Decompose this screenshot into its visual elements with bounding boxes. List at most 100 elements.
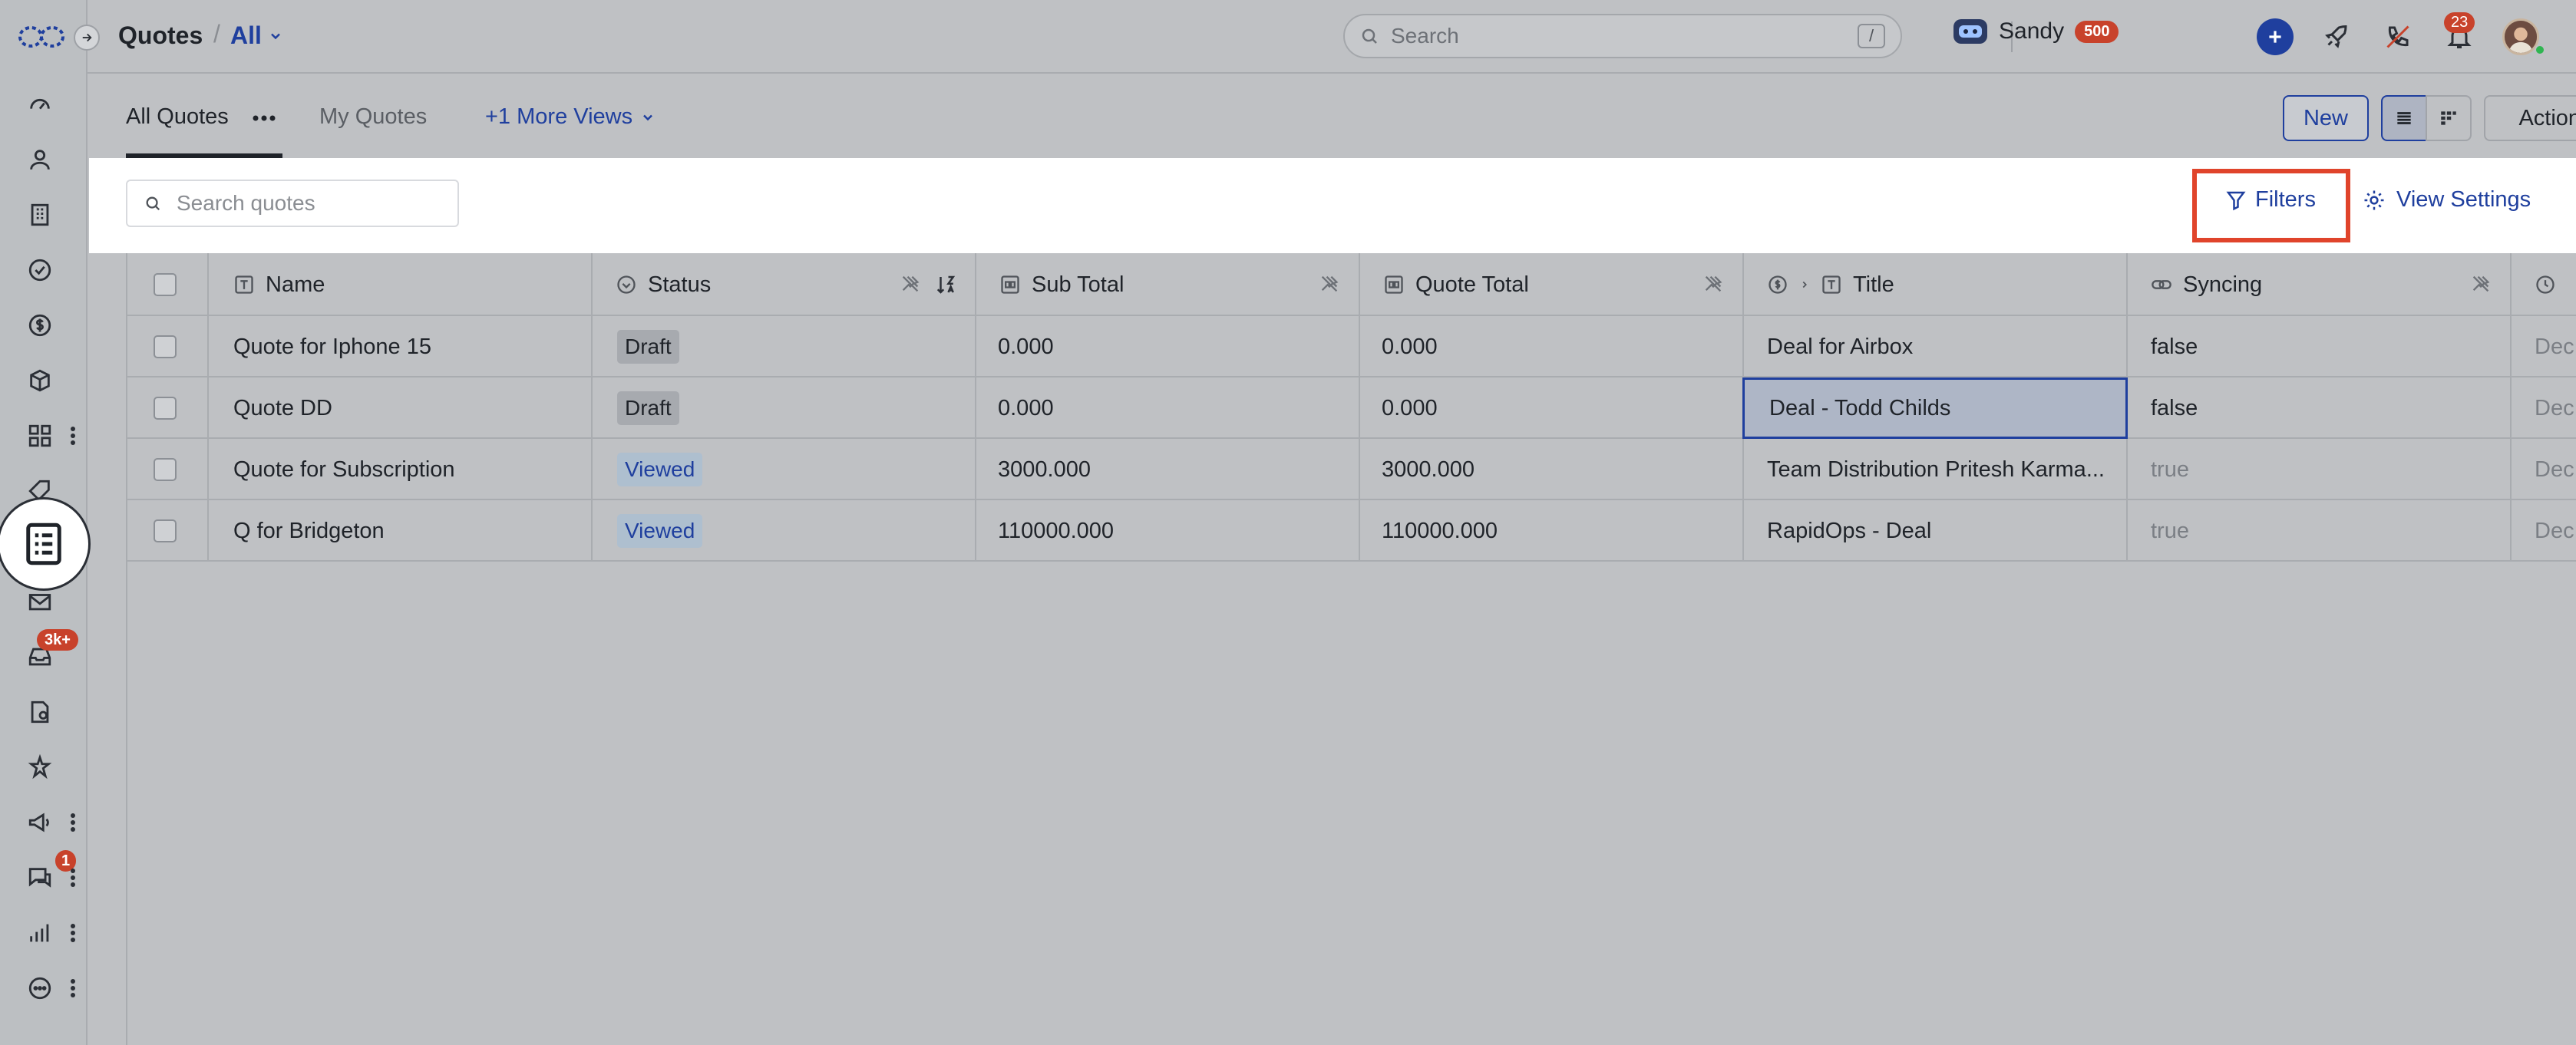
user-chip[interactable]: Sandy 500 xyxy=(1953,18,2119,45)
list-view-button[interactable] xyxy=(2381,95,2427,141)
more-views-dropdown[interactable]: +1 More Views xyxy=(485,104,656,130)
sub-total-cell[interactable]: 110000.000 xyxy=(998,500,1114,562)
row-checkbox[interactable] xyxy=(154,500,177,562)
companies-icon[interactable] xyxy=(23,198,57,232)
title-cell[interactable]: Deal for Airbox xyxy=(1767,316,2120,377)
sub-total-cell[interactable]: 0.000 xyxy=(998,377,1054,439)
automation-icon[interactable] xyxy=(23,750,57,784)
phone-off-icon[interactable] xyxy=(2379,18,2416,55)
sort-az-icon[interactable] xyxy=(935,273,958,300)
text-field-icon xyxy=(235,275,253,294)
column-header-status[interactable]: Status xyxy=(616,253,711,316)
view-settings-button[interactable]: View Settings xyxy=(2363,187,2531,213)
quote-total-cell[interactable]: 0.000 xyxy=(1382,316,1438,377)
syncing-cell[interactable]: true xyxy=(2151,439,2189,500)
search-icon xyxy=(146,196,160,211)
title-cell[interactable]: Team Distribution Pritesh Karma... xyxy=(1767,439,2120,500)
actions-dropdown[interactable]: Actions xyxy=(2484,95,2576,141)
gear-icon xyxy=(2364,190,2384,209)
date-cell[interactable]: Dec xyxy=(2535,439,2574,500)
rocket-icon[interactable] xyxy=(2318,18,2355,55)
reports-more-icon[interactable] xyxy=(68,918,78,948)
row-checkbox[interactable] xyxy=(154,439,177,500)
new-quote-button[interactable]: New xyxy=(2283,95,2369,141)
syncing-cell[interactable]: false xyxy=(2151,316,2198,377)
quotes-search-input[interactable]: Search quotes xyxy=(126,180,459,227)
column-header-quote-total[interactable]: Quote Total xyxy=(1383,253,1529,316)
deals-icon[interactable] xyxy=(23,308,57,342)
quote-name-cell[interactable]: Q for Bridgeton xyxy=(233,500,385,562)
date-cell[interactable]: Dec xyxy=(2535,500,2574,562)
title-cell[interactable]: RapidOps - Deal xyxy=(1767,500,2120,562)
documents-icon[interactable] xyxy=(23,695,57,729)
app-logo-icon[interactable] xyxy=(17,21,66,52)
more-apps-icon[interactable] xyxy=(23,971,57,1005)
status-cell[interactable]: Draft xyxy=(617,316,679,377)
table-row[interactable]: Quote for Subscription Viewed 3000.000 3… xyxy=(127,439,2576,500)
sub-total-cell[interactable]: 0.000 xyxy=(998,316,1054,377)
date-cell[interactable]: Dec xyxy=(2535,316,2574,377)
unpin-icon[interactable] xyxy=(1702,273,1724,298)
status-cell[interactable]: Viewed xyxy=(617,500,703,562)
bot-avatar-icon xyxy=(1953,19,1987,44)
chevron-down-icon xyxy=(643,114,652,120)
quotes-table: Name Status Sub Total Quote Total Title … xyxy=(126,253,2576,1045)
tasks-icon[interactable] xyxy=(23,253,57,287)
quote-name-cell[interactable]: Quote for Subscription xyxy=(233,439,455,500)
title-cell-selected[interactable]: Deal - Todd Childs xyxy=(1742,377,2128,439)
status-cell[interactable]: Draft xyxy=(617,377,679,439)
unpin-icon[interactable] xyxy=(900,273,921,298)
quote-total-cell[interactable]: 0.000 xyxy=(1382,377,1438,439)
add-icon[interactable] xyxy=(2257,18,2294,55)
more-apps-more-icon[interactable] xyxy=(68,973,78,1004)
column-header-name[interactable]: Name xyxy=(233,253,325,316)
sidebar-toggle-button[interactable] xyxy=(74,25,100,51)
table-row[interactable]: Quote DD Draft 0.000 0.000 Deal - Todd C… xyxy=(127,377,2576,439)
column-header-title[interactable]: Title xyxy=(1767,253,1894,316)
tab-more-options-icon[interactable] xyxy=(252,112,276,126)
table-row[interactable]: Quote for Iphone 15 Draft 0.000 0.000 De… xyxy=(127,316,2576,377)
tab-all-quotes[interactable]: All Quotes xyxy=(126,104,229,130)
tab-my-quotes[interactable]: My Quotes xyxy=(319,104,427,130)
select-all-checkbox[interactable] xyxy=(154,253,177,316)
campaigns-more-icon[interactable] xyxy=(68,807,78,838)
campaigns-icon[interactable] xyxy=(23,806,57,839)
row-checkbox[interactable] xyxy=(154,316,177,377)
quotes-nav-active-icon[interactable] xyxy=(0,497,91,591)
text-field-icon xyxy=(1822,275,1841,294)
reports-icon[interactable] xyxy=(23,916,57,950)
row-checkbox[interactable] xyxy=(154,377,177,439)
sub-total-cell[interactable]: 3000.000 xyxy=(998,439,1091,500)
quote-name-cell[interactable]: Quote for Iphone 15 xyxy=(233,316,431,377)
quote-total-cell[interactable]: 110000.000 xyxy=(1382,500,1498,562)
board-icon xyxy=(2441,111,2456,125)
quote-total-cell[interactable]: 3000.000 xyxy=(1382,439,1475,500)
user-avatar[interactable] xyxy=(2502,18,2539,55)
status-badge: Viewed xyxy=(617,453,703,486)
dashboard-icon[interactable] xyxy=(23,87,57,121)
quote-name-cell[interactable]: Quote DD xyxy=(233,377,332,439)
products-icon[interactable] xyxy=(23,364,57,397)
apps-more-icon[interactable] xyxy=(68,420,78,451)
board-view-button[interactable] xyxy=(2426,95,2472,141)
global-search-input[interactable]: Search / xyxy=(1343,14,1902,58)
syncing-cell[interactable]: true xyxy=(2151,500,2189,562)
column-header-date-icon[interactable] xyxy=(2535,253,2556,316)
user-credits-badge: 500 xyxy=(2075,20,2119,43)
table-row[interactable]: Q for Bridgeton Viewed 110000.000 110000… xyxy=(127,500,2576,562)
unpin-icon[interactable] xyxy=(1319,273,1340,298)
unpin-icon[interactable] xyxy=(2470,273,2492,298)
column-header-sub-total[interactable]: Sub Total xyxy=(999,253,1124,316)
column-label: Title xyxy=(1853,272,1894,297)
column-header-syncing[interactable]: Syncing xyxy=(2151,253,2262,316)
view-selector[interactable]: All xyxy=(230,21,283,50)
syncing-cell[interactable]: false xyxy=(2151,377,2198,439)
chat-more-icon[interactable] xyxy=(68,862,78,893)
status-cell[interactable]: Viewed xyxy=(617,439,703,500)
apps-icon[interactable] xyxy=(23,419,57,453)
contacts-icon[interactable] xyxy=(23,143,57,176)
filters-button[interactable]: Filters xyxy=(2224,187,2316,213)
date-cell[interactable]: Dec xyxy=(2535,377,2574,439)
page-title: Quotes xyxy=(118,21,203,49)
chat-icon[interactable] xyxy=(23,861,57,895)
